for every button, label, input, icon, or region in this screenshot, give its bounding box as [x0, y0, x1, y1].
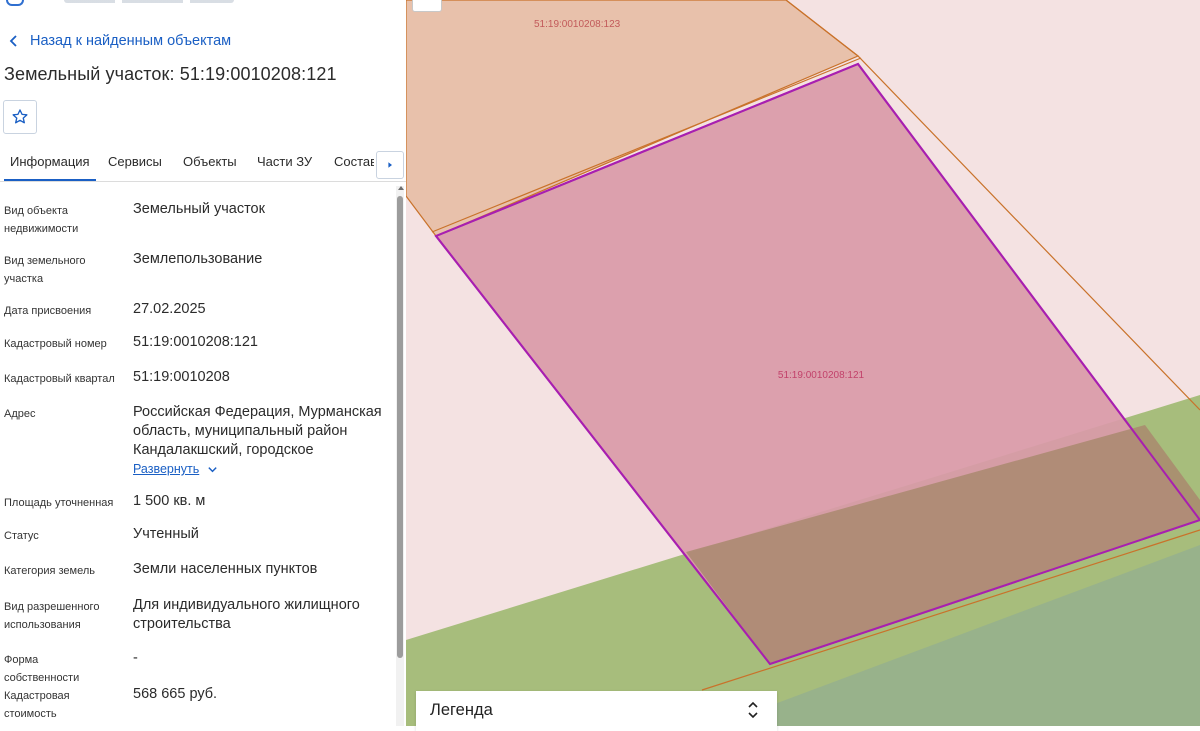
property-label: Вид объекта недвижимости	[4, 205, 79, 235]
property-value: Учтенный	[133, 526, 199, 542]
property-value: Землепользование	[133, 251, 263, 267]
caret-right-icon	[388, 162, 392, 168]
property-label: Вид земельного участка	[4, 255, 86, 285]
chevron-down-icon	[208, 466, 217, 472]
star-outline-icon	[12, 109, 28, 124]
property-value: -	[133, 650, 138, 666]
tab-land-parts[interactable]: Части ЗУ	[257, 145, 312, 179]
address-value: Российская Федерация, Мурманская область…	[133, 404, 382, 458]
favorite-button[interactable]	[3, 100, 37, 134]
legend-label: Легенда	[430, 701, 493, 719]
property-value: Земельный участок	[133, 201, 265, 217]
property-label: Вид разрешенного использования	[4, 601, 100, 631]
back-link-label: Назад к найденным объектам	[30, 33, 232, 49]
property-label: Площадь уточненная	[4, 497, 114, 509]
property-label: Форма собственности	[4, 654, 80, 684]
property-label: Кадастровая стоимость	[4, 690, 70, 720]
chevron-left-icon	[9, 35, 17, 47]
object-info-panel: Назад к найденным объектам Земельный уча…	[0, 0, 407, 726]
property-value: 27.02.2025	[133, 301, 206, 317]
tab-scroll-right-button[interactable]	[376, 151, 404, 179]
sort-updown-icon	[748, 701, 758, 719]
map-canvas[interactable]: 51:19:0010208:123 51:19:0010208:121	[406, 0, 1200, 726]
tab-information[interactable]: Информация	[4, 145, 96, 181]
selected-parcel-label: 51:19:0010208:121	[778, 370, 865, 381]
logo-icon	[6, 0, 24, 6]
property-value: Земли населенных пунктов	[133, 561, 318, 577]
tab-objects[interactable]: Объекты	[183, 145, 237, 179]
legend-panel[interactable]: Легенда	[416, 691, 777, 731]
neighbor-parcel-label: 51:19:0010208:123	[534, 19, 621, 30]
property-value: 51:19:0010208:121	[133, 334, 258, 350]
property-label: Адрес	[4, 408, 36, 420]
scroll-up-arrow-icon[interactable]	[398, 186, 404, 190]
page-title: Земельный участок: 51:19:0010208:121	[4, 64, 337, 84]
property-value: 568 665 руб.	[133, 686, 218, 702]
property-label: Дата присвоения	[4, 305, 92, 317]
property-value: 51:19:0010208	[133, 369, 230, 385]
property-label: Статус	[4, 530, 39, 542]
tab-composition[interactable]: Состав	[334, 145, 374, 179]
property-value: Для индивидуального жилищного строительс…	[133, 597, 360, 632]
tab-services[interactable]: Сервисы	[108, 145, 162, 179]
expand-link-label: Развернуть	[133, 462, 200, 476]
property-value: 1 500 кв. м	[133, 493, 206, 509]
property-label: Категория земель	[4, 565, 95, 577]
map-view[interactable]: 51:19:0010208:123 51:19:0010208:121	[406, 0, 1200, 726]
expand-address-link[interactable]: Развернуть	[133, 462, 218, 476]
map-zoom-control[interactable]	[412, 0, 442, 12]
back-to-results-link[interactable]: Назад к найденным объектам	[6, 30, 231, 52]
panel-scrollbar-thumb[interactable]	[397, 196, 403, 658]
property-label: Кадастровый номер	[4, 338, 107, 350]
property-label: Кадастровый квартал	[4, 373, 115, 385]
tab-bar: Информация Сервисы Объекты Части ЗУ Сост…	[0, 145, 406, 182]
app-header-text	[64, 0, 234, 3]
